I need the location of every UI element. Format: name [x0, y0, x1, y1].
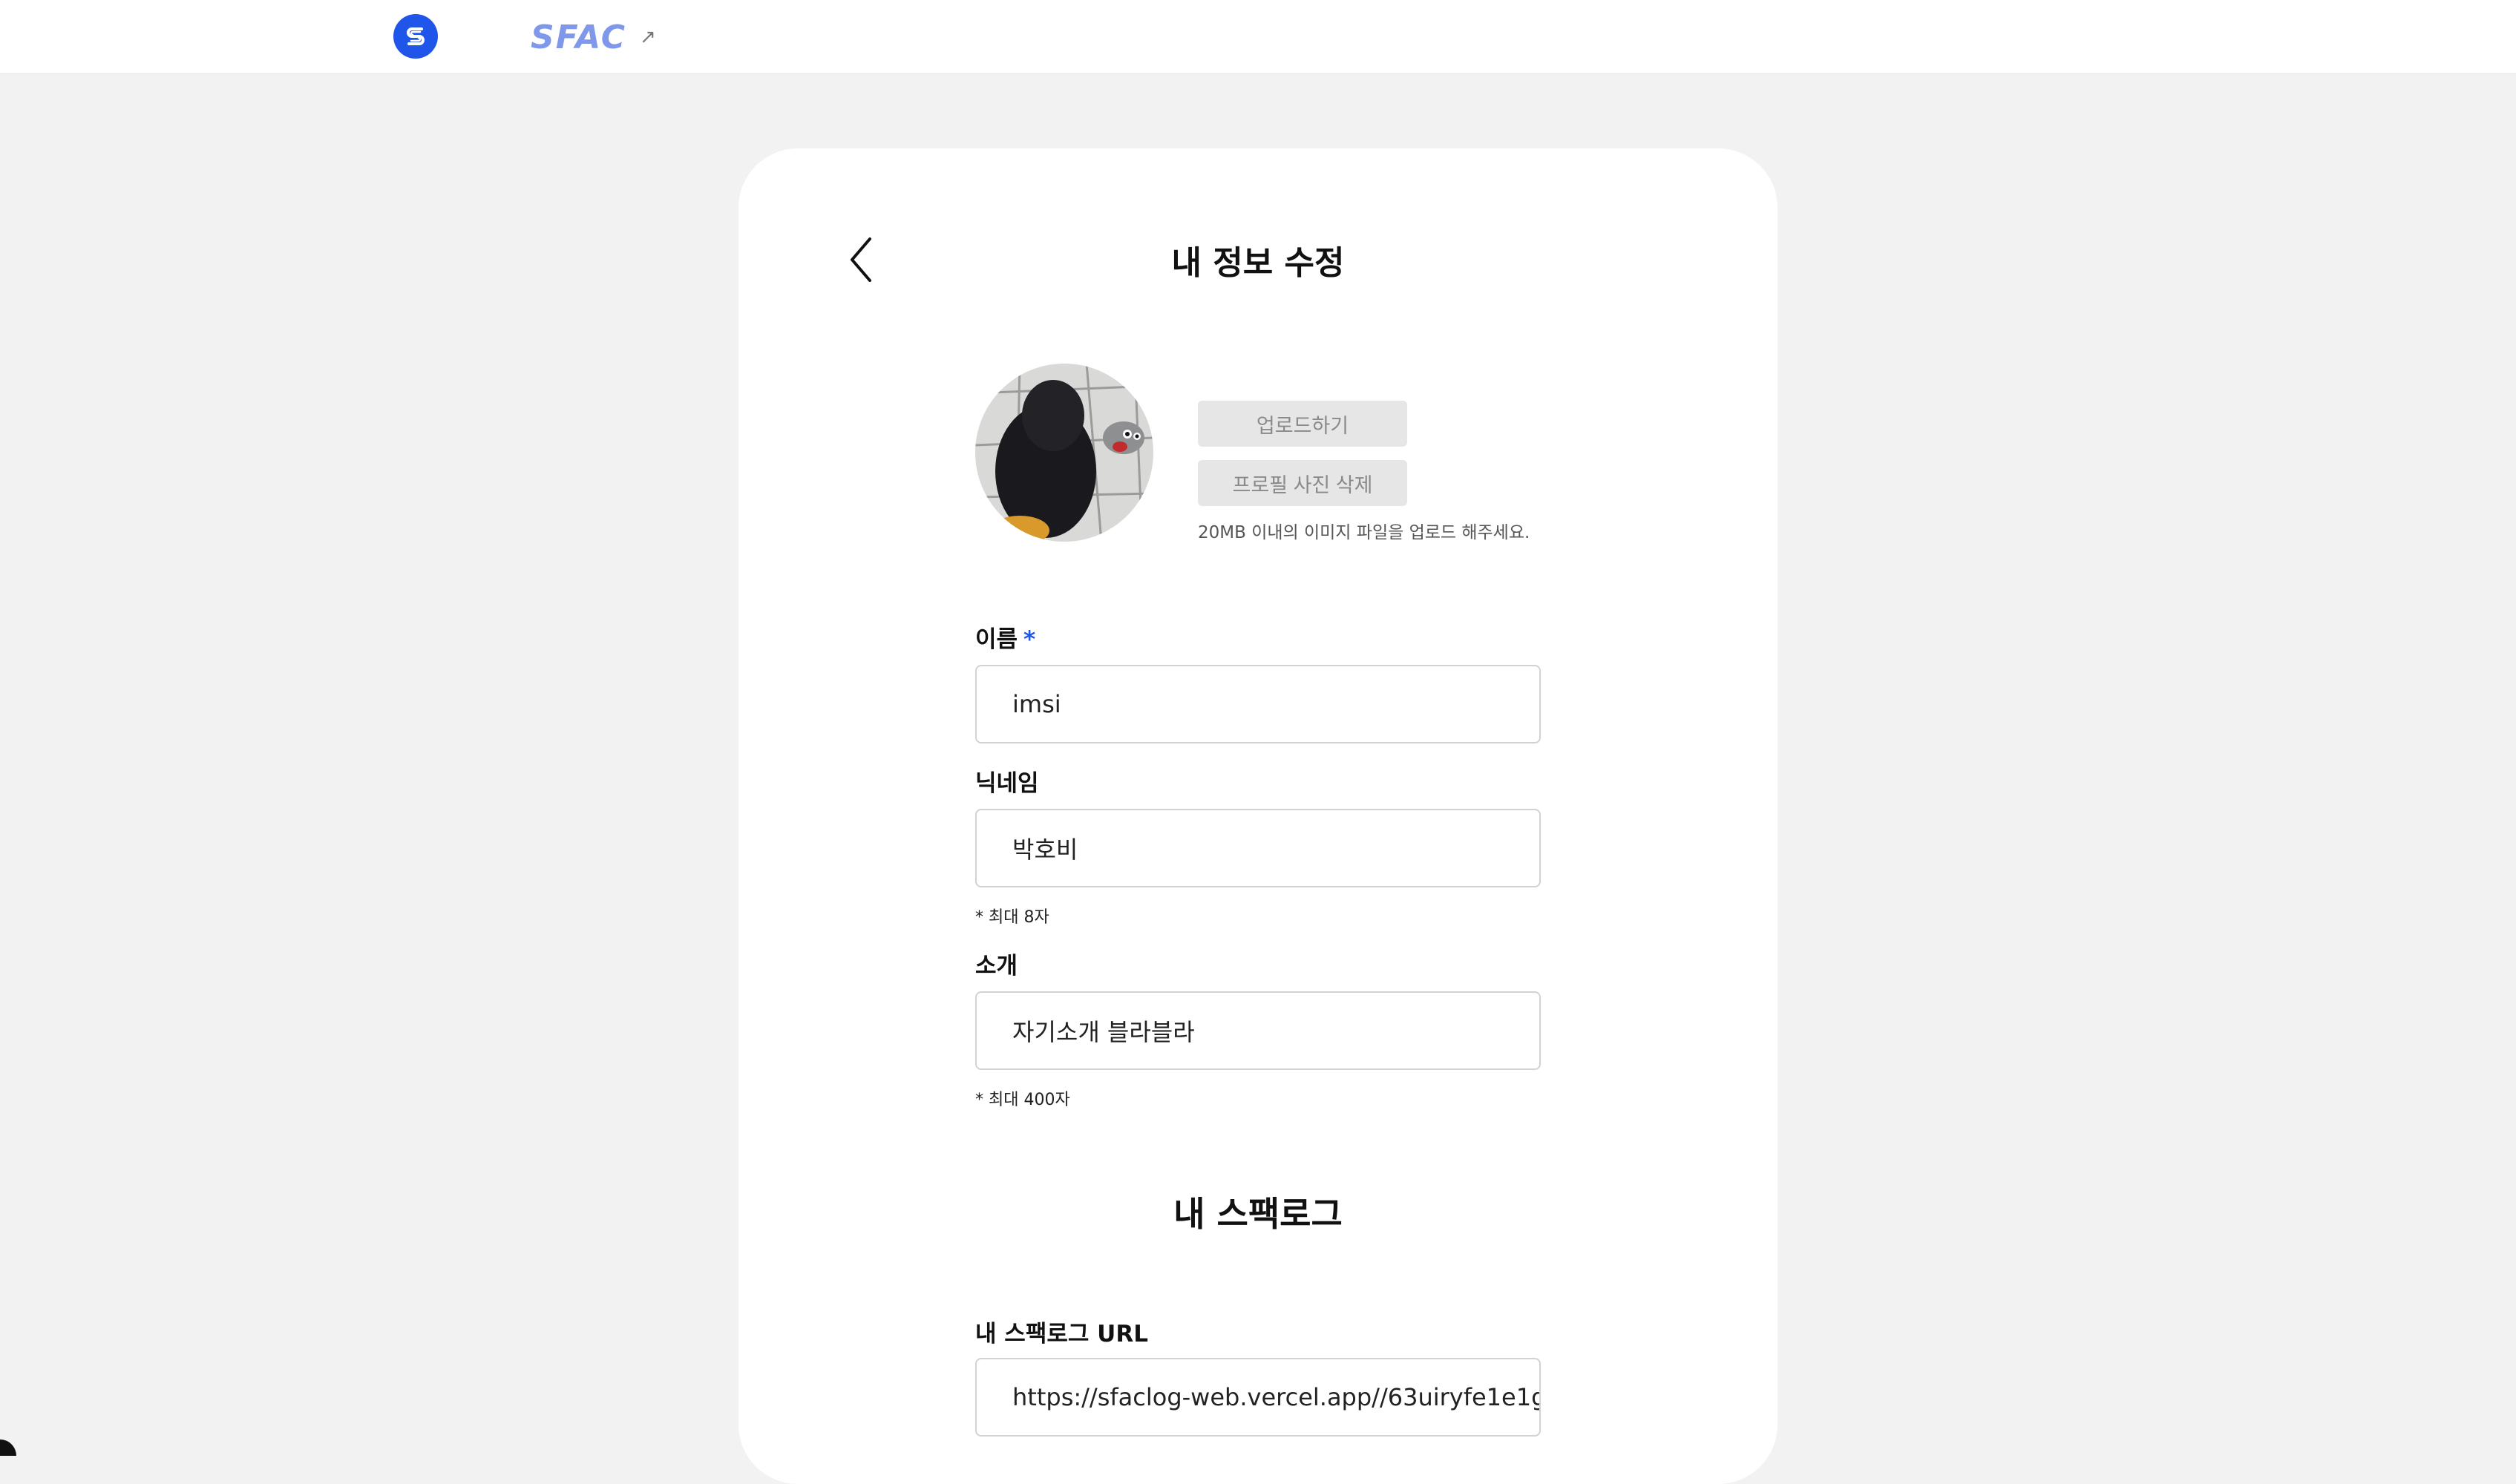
speclog-url-input[interactable]: https://sfaclog-web.vercel.app//63uiryfe… — [975, 1358, 1541, 1437]
sfac-logo-text: SFAC — [531, 19, 626, 56]
delete-photo-button[interactable]: 프로필 사진 삭제 — [1198, 460, 1407, 506]
intro-label: 소개 — [975, 947, 1018, 980]
top-navigation-bar: SFAC ↗ — [0, 0, 2516, 74]
page-title: 내 정보 수정 — [738, 236, 1778, 283]
speclog-section-title: 내 스팩로그 — [738, 1187, 1778, 1236]
arrow-up-right-icon: ↗ — [640, 26, 656, 48]
intro-input-value: 자기소개 블라블라 — [1012, 1014, 1195, 1048]
nickname-input-value: 박호비 — [1012, 831, 1078, 865]
window-corner — [0, 1439, 16, 1456]
s-logo-icon[interactable] — [393, 14, 438, 59]
upload-photo-button[interactable]: 업로드하기 — [1198, 401, 1407, 447]
nickname-label: 닉네임 — [975, 764, 1039, 798]
intro-max-note: * 최대 400자 — [975, 1086, 1070, 1110]
intro-input[interactable]: 자기소개 블라블라 — [975, 991, 1541, 1070]
profile-avatar — [975, 364, 1153, 542]
name-label-text: 이름 — [975, 626, 1018, 653]
nickname-max-note: * 최대 8자 — [975, 904, 1049, 928]
name-input-value: imsi — [1012, 690, 1061, 718]
name-label: 이름* — [975, 620, 1035, 654]
required-mark: * — [1023, 626, 1035, 653]
sfac-logo-link[interactable]: SFAC ↗ — [531, 21, 656, 53]
nickname-input[interactable]: 박호비 — [975, 809, 1541, 887]
upload-hint-text: 20MB 이내의 이미지 파일을 업로드 해주세요. — [1198, 518, 1530, 543]
name-input[interactable]: imsi — [975, 665, 1541, 743]
speclog-url-label: 내 스팩로그 URL — [975, 1315, 1148, 1348]
speclog-url-value: https://sfaclog-web.vercel.app//63uiryfe… — [1012, 1383, 1541, 1411]
